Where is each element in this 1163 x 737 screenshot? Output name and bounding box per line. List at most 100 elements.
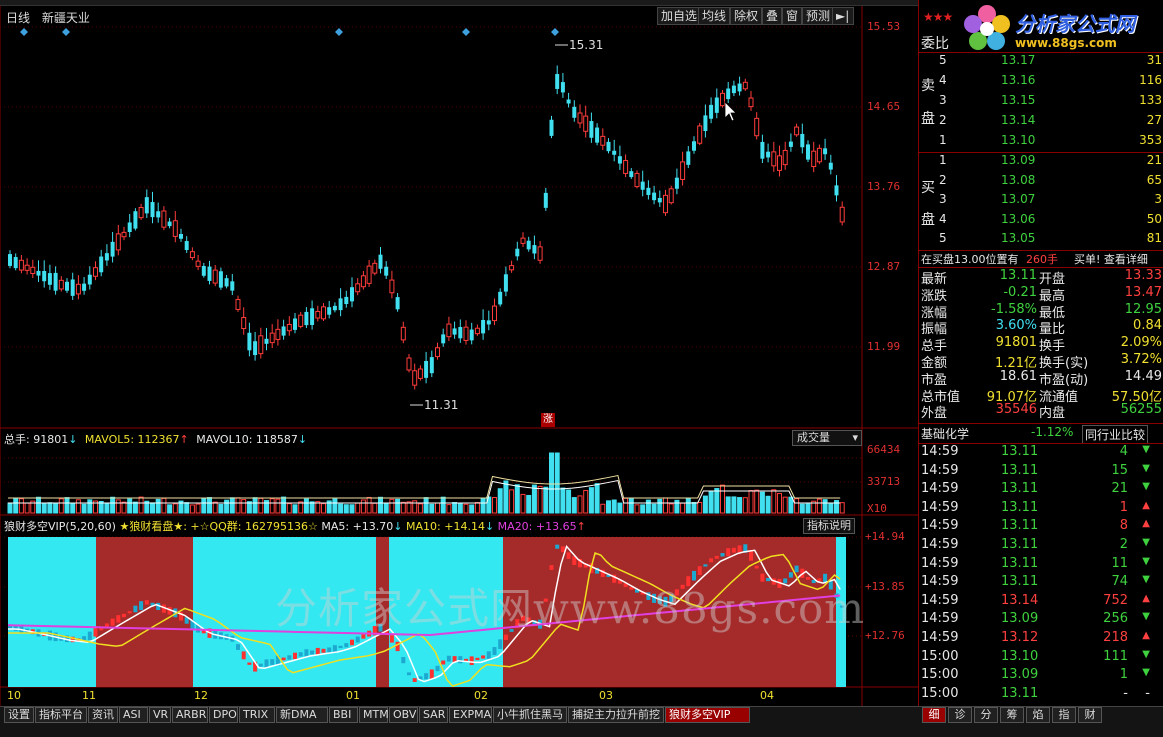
volume-bar (474, 502, 480, 514)
volume-bar (702, 495, 708, 514)
volume-indicator-select[interactable]: 成交量 ▾ (792, 430, 862, 446)
bottom-tab[interactable]: 新DMA (276, 707, 328, 723)
candle-body (395, 297, 400, 310)
tick-row: 14:59 13.12 218 ▲ (919, 630, 1163, 650)
rating-stars: ★★★ (923, 10, 953, 24)
order-price: 13.06 (1001, 211, 1036, 226)
volume-bar (332, 498, 338, 514)
bottom-tab[interactable]: ASI (119, 707, 148, 723)
volume-bar (47, 502, 53, 514)
ex-rights-button[interactable]: 除权 (730, 7, 763, 25)
quote-value: 56255 (1120, 402, 1162, 418)
side-tab[interactable]: 筹 (1000, 707, 1024, 723)
candle-body (115, 233, 121, 251)
overlay-button[interactable]: 叠 (762, 7, 783, 25)
bottom-tab[interactable]: BBI (329, 707, 358, 723)
indicator-bar (321, 648, 326, 653)
bottom-tab[interactable]: EXPMA (449, 707, 492, 723)
candle-body (498, 291, 503, 305)
indicator-bar (566, 552, 571, 559)
candle-body (327, 307, 332, 315)
candle-body (680, 161, 686, 180)
right-arrow-bar-icon[interactable]: ►| (832, 7, 854, 25)
quote-value: 0.84 (1133, 318, 1162, 334)
industry-compare-button[interactable]: 同行业比较 (1082, 425, 1149, 444)
indicator-bar (350, 639, 354, 646)
bottom-tab[interactable]: DPO (209, 707, 238, 723)
candle-body (366, 265, 372, 284)
candle-body (212, 269, 218, 284)
side-tab[interactable]: 焰 (1026, 707, 1050, 723)
order-volume: 31 (1146, 53, 1162, 67)
bottom-tab[interactable]: OBV (389, 707, 418, 723)
bottom-tab[interactable]: 捕捉主力拉升前挖 (568, 707, 664, 723)
volume-bar (446, 504, 452, 514)
tick-time: 14:59 (921, 611, 959, 627)
bottom-tab[interactable]: 狼财多空VIP (665, 707, 750, 723)
add-favorite-button[interactable]: 加自选 (657, 7, 702, 25)
indicator-name[interactable]: 狼财多空VIP(5,20,60) (4, 520, 116, 533)
order-volume: 50 (1146, 211, 1162, 226)
bottom-tab[interactable]: 资讯 (88, 707, 118, 723)
volume-bar (24, 502, 30, 514)
volume-bar (429, 503, 435, 514)
tick-time: 14:59 (921, 518, 959, 534)
mavol5-label: MAVOL5: 112367 (84, 433, 180, 446)
side-tab[interactable]: 指 (1052, 707, 1076, 723)
side-tab[interactable]: 财 (1078, 707, 1102, 723)
volume-bar (560, 487, 566, 514)
candle-body (674, 177, 679, 189)
indicator-bar (754, 565, 759, 569)
indicator-bar (709, 558, 714, 563)
side-tab[interactable]: 分 (974, 707, 998, 723)
volume-bar (469, 504, 475, 514)
bottom-tab[interactable]: 小牛抓住黑马 (493, 707, 567, 723)
bottom-tab[interactable]: TRIX (239, 707, 275, 723)
volume-bar (537, 485, 543, 514)
candle-body (617, 156, 622, 164)
bottom-tab[interactable]: ARBR (172, 707, 208, 723)
window-button[interactable]: 窗 (782, 7, 803, 25)
candle-body (36, 270, 41, 276)
bottom-tab[interactable]: 指标平台 (35, 707, 87, 723)
volume-bar (588, 487, 594, 514)
tick-volume: - (1123, 685, 1128, 701)
ma20-label: MA20: +13.65 (497, 520, 577, 533)
period-label[interactable]: 日线 (6, 11, 30, 25)
volume-bar (53, 502, 59, 514)
ma-button[interactable]: 均线 (698, 7, 731, 25)
candle-body (800, 133, 805, 148)
volume-bar (657, 498, 663, 514)
candle-body (629, 171, 634, 178)
tick-row: 14:59 13.11 2 ▼ (919, 537, 1163, 557)
volume-bar (417, 503, 423, 514)
tick-price: 13.11 (1001, 499, 1039, 515)
tick-price: 13.11 (1001, 518, 1039, 534)
candle-body (172, 220, 178, 237)
order-price: 13.05 (1001, 231, 1036, 245)
volume-bar (668, 503, 674, 514)
sector-row[interactable]: 基础化学 -1.12% 同行业比较 (919, 425, 1163, 445)
bottom-tab[interactable]: MTM (359, 707, 389, 723)
tick-time: 14:59 (921, 499, 959, 515)
bottom-tab[interactable]: SAR (419, 707, 448, 723)
indicator-explain-button[interactable]: 指标说明 (803, 518, 855, 534)
bottom-tab[interactable]: 设置 (4, 707, 34, 723)
side-tab[interactable]: 诊 (948, 707, 972, 723)
candle-body (110, 241, 115, 257)
candle-body (338, 298, 343, 311)
indicator-bar (697, 566, 702, 575)
indicator-bar (110, 618, 115, 626)
candle-body (30, 266, 36, 275)
mavol10-label: MAVOL10: 118587 (196, 433, 298, 446)
indicator-bar (486, 651, 491, 659)
candle-body (184, 241, 189, 251)
bottom-tab[interactable]: VR (149, 707, 171, 723)
side-tab[interactable]: 细 (922, 707, 946, 723)
forecast-button[interactable]: 预测 (802, 7, 835, 25)
candle-body (634, 172, 640, 188)
volume-bar (566, 489, 572, 514)
indicator-tick: +12.76 (865, 629, 905, 642)
volume-bar (286, 503, 292, 514)
indicator-bar (258, 663, 263, 667)
